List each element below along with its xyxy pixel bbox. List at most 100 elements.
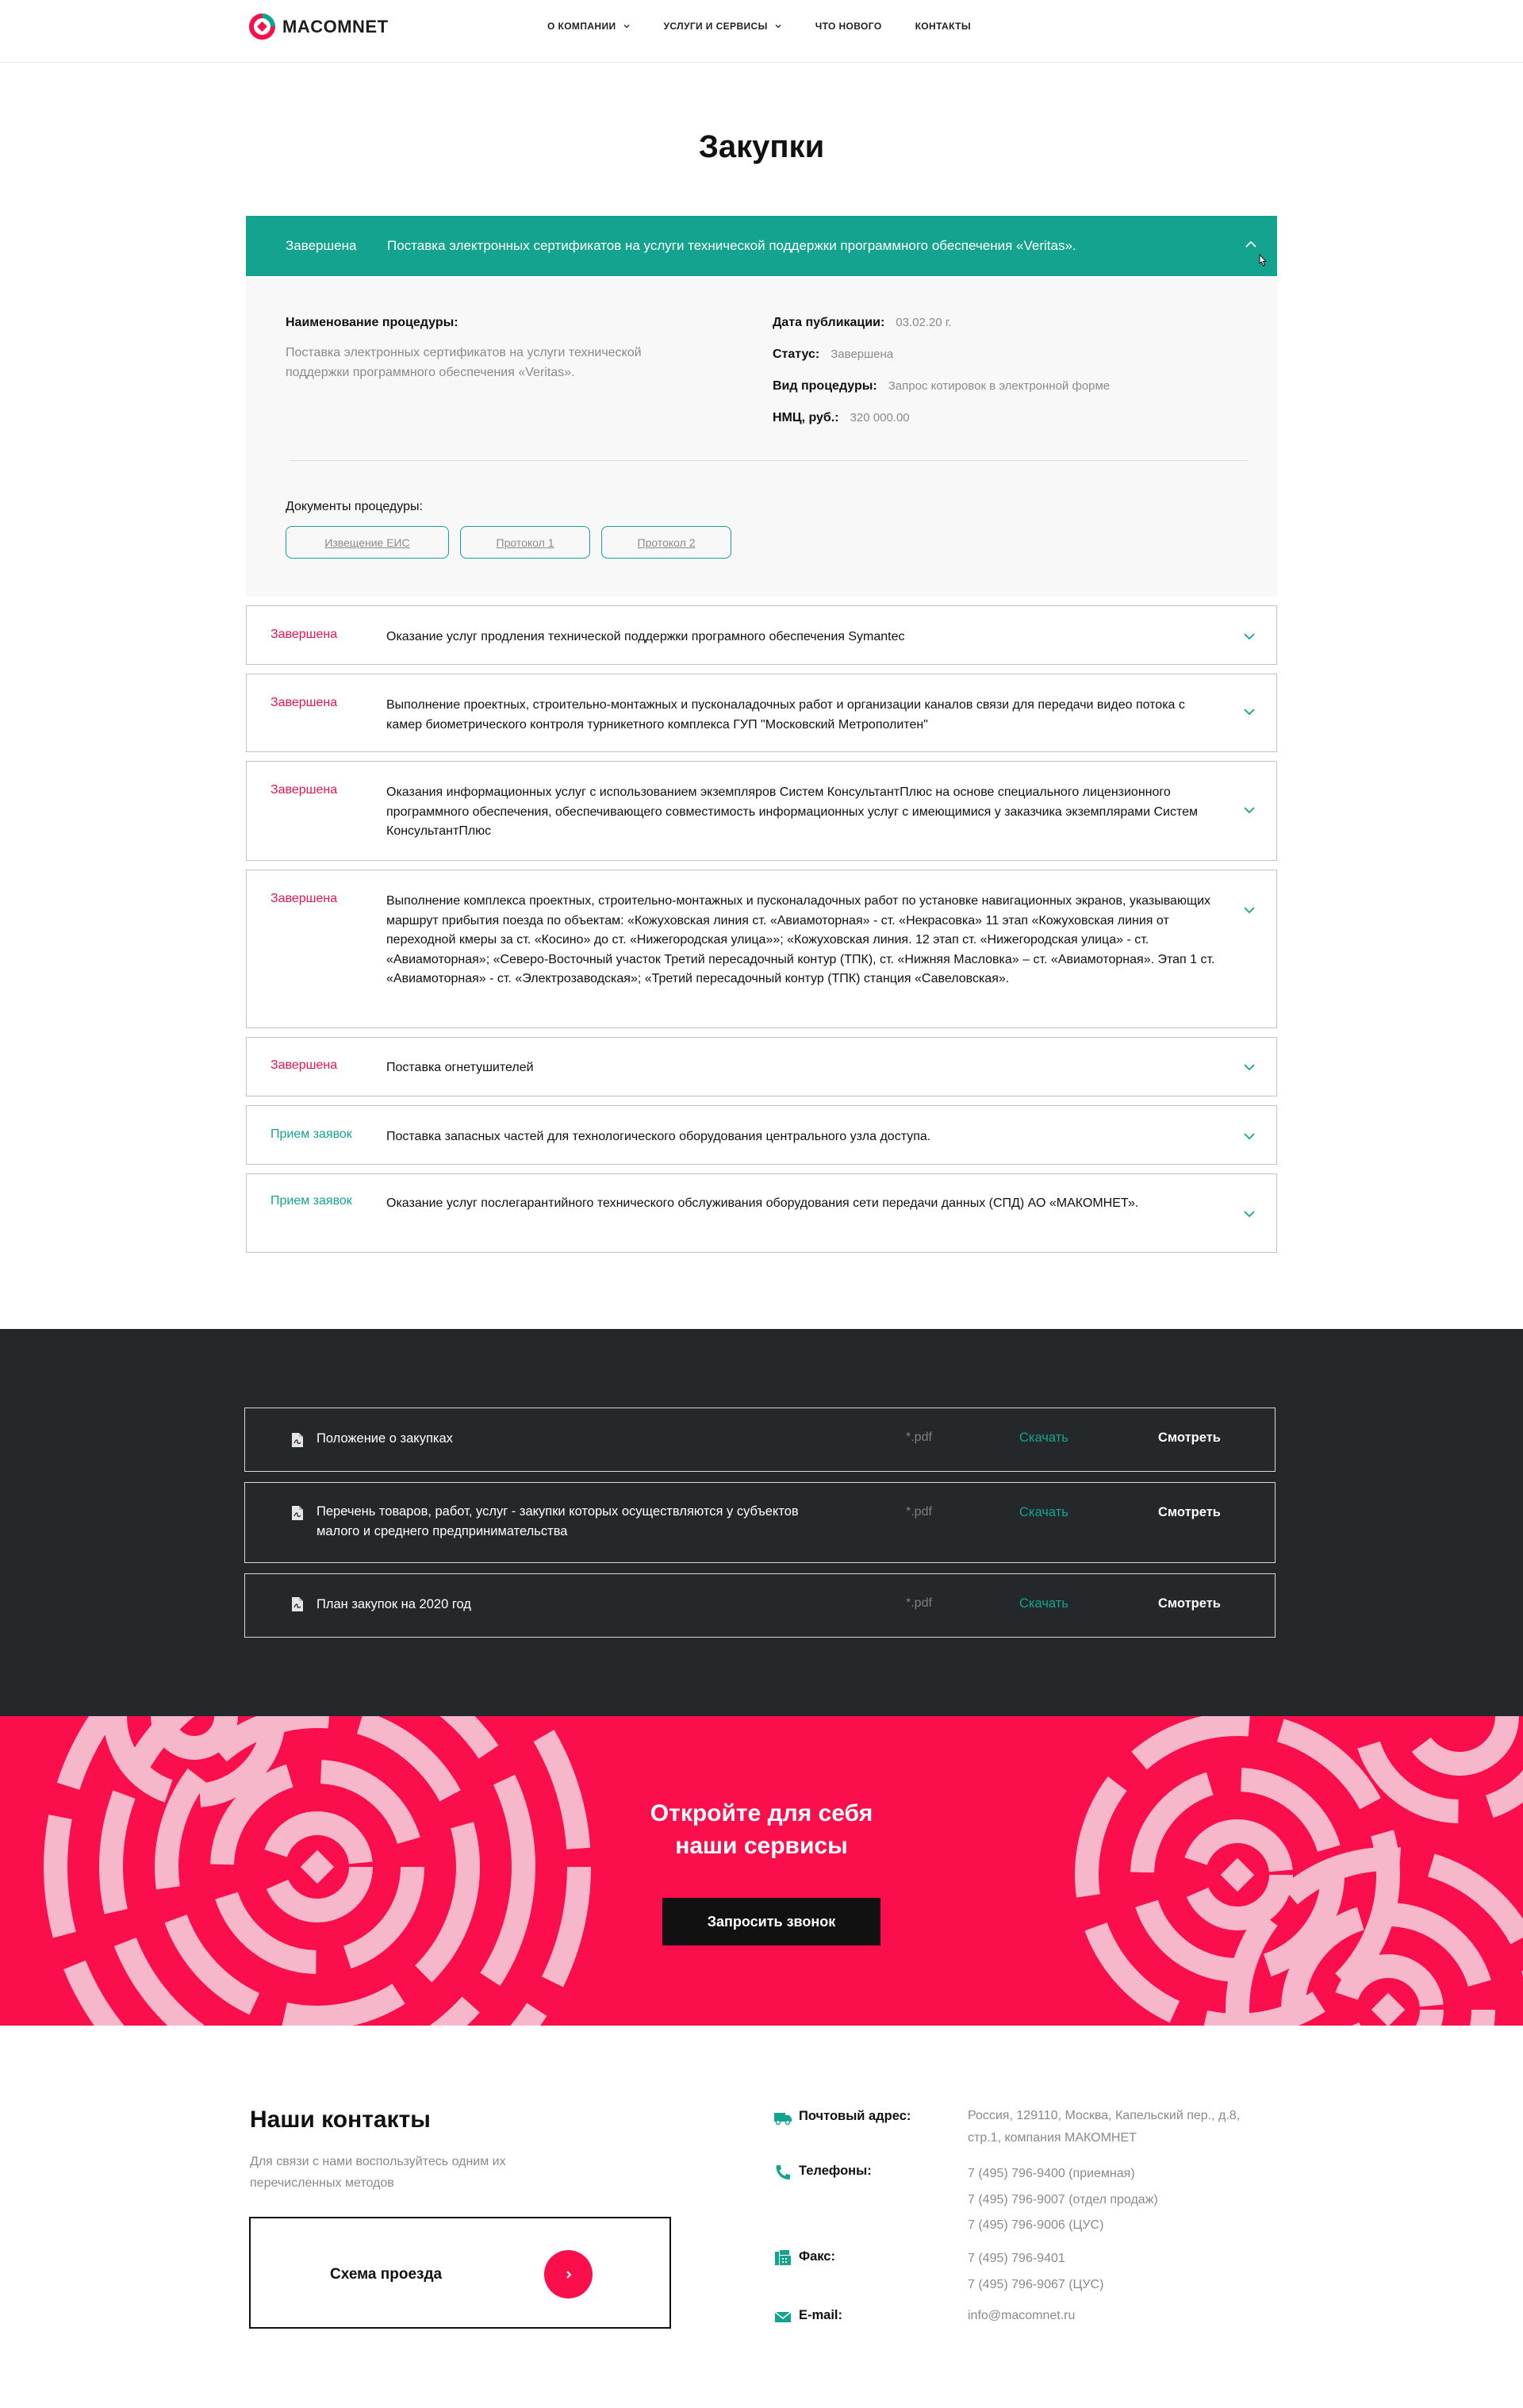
procedure-name-value: Поставка электронных сертификатов на усл… [286,346,642,379]
status-badge: Завершена [270,892,338,905]
view-link[interactable]: Смотреть [1158,1431,1221,1446]
site-header: MACOMNET О КОМПАНИИ УСЛУГИ И СЕРВИСЫ ЧТО… [0,0,1523,63]
procedure-docs-label: Документы процедуры: [286,500,423,513]
chevron-down-icon[interactable] [1243,632,1256,640]
brand-name: MACOMNET [282,16,389,36]
chevron-down-icon [775,24,781,29]
procurement-item[interactable]: Прием заявок Поставка запасных частей дл… [246,1105,1277,1165]
fax-label: Факс: [799,2249,835,2264]
phone-number[interactable]: 7 (495) 796-9400 (приемная) [968,2162,1285,2187]
contacts-subtitle: Для связи с нами воспользуйтесь одним их… [250,2155,506,2190]
publication-date-row: Дата публикации: 03.02.20 г. [773,316,952,330]
phones-list: 7 (495) 796-9400 (приемная) 7 (495) 796-… [968,2162,1285,2238]
doc-link-eis[interactable]: Извещение ЕИС [286,526,449,559]
phone-number[interactable]: 7 (495) 796-9007 (отдел продаж) [968,2188,1285,2213]
document-row: План закупок на 2020 год *.pdf Скачать С… [244,1573,1276,1638]
pdf-file-icon [292,1597,303,1611]
procurement-item[interactable]: Завершена Поставка огнетушителей [246,1037,1277,1096]
chevron-down-icon [623,24,630,29]
procurement-expanded-header[interactable]: Завершена Поставка электронных сертифика… [246,216,1277,276]
nav-label: ЧТО НОВОГО [815,21,882,32]
chevron-down-icon[interactable] [1243,906,1256,914]
arrow-right-icon[interactable] [544,2250,593,2299]
nav-item-contacts[interactable]: КОНТАКТЫ [915,21,971,32]
nav-item-news[interactable]: ЧТО НОВОГО [815,21,882,32]
documents-section: Положение о закупках *.pdf Скачать Смотр… [0,1329,1523,1716]
nmc-row: НМЦ, руб.: 320 000.00 [773,411,910,425]
procurement-item[interactable]: Завершена Оказание услуг продления техни… [246,605,1277,665]
email-label: E-mail: [799,2308,843,2322]
chevron-down-icon[interactable] [1243,806,1256,814]
document-row: Перечень товаров, работ, услуг - закупки… [244,1482,1276,1563]
fax-icon [775,2250,791,2265]
procurement-item[interactable]: Завершена Выполнение комплекса проектных… [246,870,1277,1028]
procurement-title: Оказание услуг послегарантийного техниче… [386,1196,1139,1210]
field-label: НМЦ, руб.: [773,411,839,424]
field-label: Дата публикации: [773,316,885,329]
email-icon [774,2311,792,2322]
chevron-down-icon[interactable] [1243,1063,1256,1071]
phone-icon [776,2165,790,2179]
field-label: Вид процедуры: [773,379,877,393]
procurement-item[interactable]: Завершена Выполнение проектных, строител… [246,674,1277,752]
mail-truck-icon [774,2113,792,2126]
procurement-item[interactable]: Прием заявок Оказание услуг послегаранти… [246,1173,1277,1253]
request-call-button[interactable]: Запросить звонок [662,1898,880,1945]
field-label: Статус: [773,348,820,361]
download-link[interactable]: Скачать [1019,1596,1068,1611]
contacts-title: Наши контакты [250,2107,431,2133]
logo[interactable]: MACOMNET [249,13,389,40]
chevron-down-icon[interactable] [1243,1210,1256,1218]
email-link[interactable]: info@macomnet.ru [968,2304,1285,2329]
decorative-pattern [44,1716,1523,2026]
contact-fax: Факс: 7 (495) 796-9401 7 (495) 796-9067 … [773,2249,1285,2297]
doc-link-protocol-2[interactable]: Протокол 2 [601,526,731,559]
address-line: Россия, 129110, Москва, Капельский пер.,… [968,2109,1241,2122]
download-link[interactable]: Скачать [1019,1505,1068,1520]
fax-number: 7 (495) 796-9067 (ЦУС) [968,2277,1104,2291]
promo-title-line: наши сервисы [675,1833,848,1859]
document-name: План закупок на 2020 год [316,1597,471,1611]
promo-banner: Откройте для себя наши сервисы Запросить… [0,1716,1523,2026]
page: MACOMNET О КОМПАНИИ УСЛУГИ И СЕРВИСЫ ЧТО… [0,0,1523,2408]
status-row: Статус: Завершена [773,348,893,362]
chevron-down-icon[interactable] [1243,708,1256,716]
document-name: Положение о закупках [316,1431,453,1446]
route-map-card[interactable]: Схема проезда [249,2217,671,2329]
fax-list: 7 (495) 796-9401 7 (495) 796-9067 (ЦУС) [968,2247,1285,2297]
phone-number[interactable]: 7 (495) 796-9006 (ЦУС) [968,2214,1285,2238]
contact-phones: Телефоны: 7 (495) 796-9400 (приемная) 7 … [773,2164,1285,2238]
doc-link-protocol-1[interactable]: Протокол 1 [460,526,590,559]
status-badge: Завершена [270,696,338,709]
nav-label: КОНТАКТЫ [915,21,972,32]
field-value: Завершена [831,348,894,361]
phones-label: Телефоны: [799,2164,872,2178]
pdf-file-icon [292,1506,303,1520]
contact-email: E-mail: info@macomnet.ru [773,2308,1285,2329]
status-badge: Завершена [270,783,338,797]
download-link[interactable]: Скачать [1019,1431,1068,1446]
status-badge: Завершена [270,628,338,641]
chevron-up-icon[interactable] [1244,240,1258,249]
procedure-docs: Извещение ЕИС Протокол 1 Протокол 2 [286,526,731,559]
procurement-title: Выполнение комплекса проектных, строител… [386,894,1215,985]
nav-item-company[interactable]: О КОМПАНИИ [547,21,631,32]
procedure-name-label: Наименование процедуры: [286,316,458,329]
document-row: Положение о закупках *.pdf Скачать Смотр… [244,1408,1276,1472]
field-value: 03.02.20 г. [896,316,952,329]
procurement-title: Поставка запасных частей для технологиче… [386,1130,931,1143]
address-label: Почтовый адрес: [799,2109,911,2123]
procedure-type-row: Вид процедуры: Запрос котировок в электро… [773,379,1110,394]
view-link[interactable]: Смотреть [1158,1505,1221,1520]
procurement-details: Наименование процедуры: Поставка электро… [246,276,1277,597]
procurement-item[interactable]: Завершена Оказания информационных услуг … [246,761,1277,861]
promo-title-line: Откройте для себя [650,1800,873,1826]
divider [290,460,1249,461]
chevron-down-icon[interactable] [1243,1132,1256,1140]
nav-item-services[interactable]: УСЛУГИ И СЕРВИСЫ [664,21,782,32]
status-badge: Завершена [270,1058,338,1072]
address-value: Россия, 129110, Москва, Капельский пер.,… [968,2104,1285,2150]
pdf-file-icon [292,1433,303,1447]
view-link[interactable]: Смотреть [1158,1596,1221,1611]
procurement-title: Оказание услуг продления технической под… [386,630,905,643]
